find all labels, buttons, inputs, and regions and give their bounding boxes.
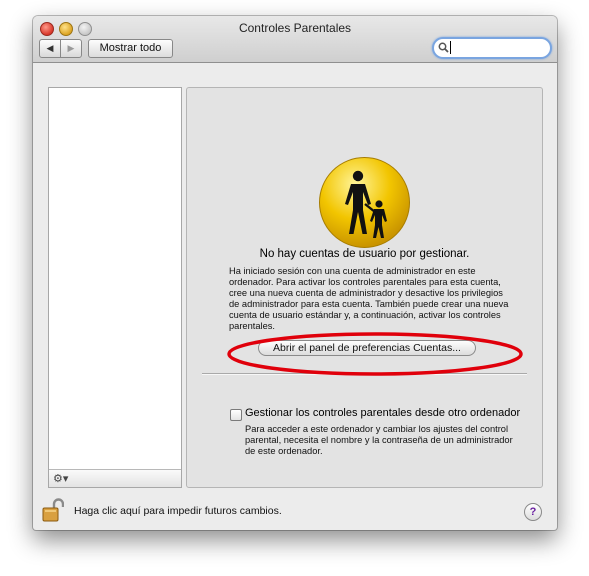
forward-arrow-icon: ▶ bbox=[67, 43, 75, 53]
forward-button[interactable]: ▶ bbox=[61, 40, 81, 57]
back-arrow-icon: ◀ bbox=[46, 43, 54, 53]
divider bbox=[202, 373, 527, 375]
search-icon bbox=[438, 39, 449, 56]
info-paragraph: Ha iniciado sesión con una cuenta de adm… bbox=[229, 266, 509, 331]
back-button[interactable]: ◀ bbox=[40, 40, 61, 57]
content-panel: No hay cuentas de usuario por gestionar.… bbox=[186, 87, 543, 488]
help-button[interactable]: ? bbox=[524, 503, 542, 521]
text-cursor bbox=[450, 41, 451, 54]
titlebar: Controles Parentales ◀ ▶ Mostrar todo bbox=[33, 16, 557, 63]
navigation-buttons: ◀ ▶ bbox=[39, 39, 82, 58]
sidebar-footer: ⚙▾ bbox=[49, 469, 181, 487]
lock-instruction-text[interactable]: Haga clic aquí para impedir futuros camb… bbox=[74, 505, 282, 517]
parental-controls-icon bbox=[319, 157, 410, 248]
window-title: Controles Parentales bbox=[238, 21, 352, 35]
padlock-icon[interactable] bbox=[42, 498, 64, 522]
remote-management-description: Para acceder a este ordenador y cambiar … bbox=[245, 424, 513, 456]
system-preferences-window: Controles Parentales ◀ ▶ Mostrar todo ⚙▾ bbox=[33, 16, 557, 530]
open-accounts-preferences-button[interactable]: Abrir el panel de preferencias Cuentas..… bbox=[258, 340, 476, 356]
action-menu-button[interactable]: ⚙▾ bbox=[53, 472, 68, 485]
show-all-button[interactable]: Mostrar todo bbox=[88, 39, 173, 58]
no-accounts-heading: No hay cuentas de usuario por gestionar. bbox=[259, 248, 470, 260]
search-field[interactable] bbox=[432, 37, 552, 59]
remote-management-checkbox[interactable] bbox=[230, 409, 242, 421]
user-list-sidebar[interactable]: ⚙▾ bbox=[48, 87, 182, 488]
remote-management-label[interactable]: Gestionar los controles parentales desde… bbox=[245, 407, 520, 419]
